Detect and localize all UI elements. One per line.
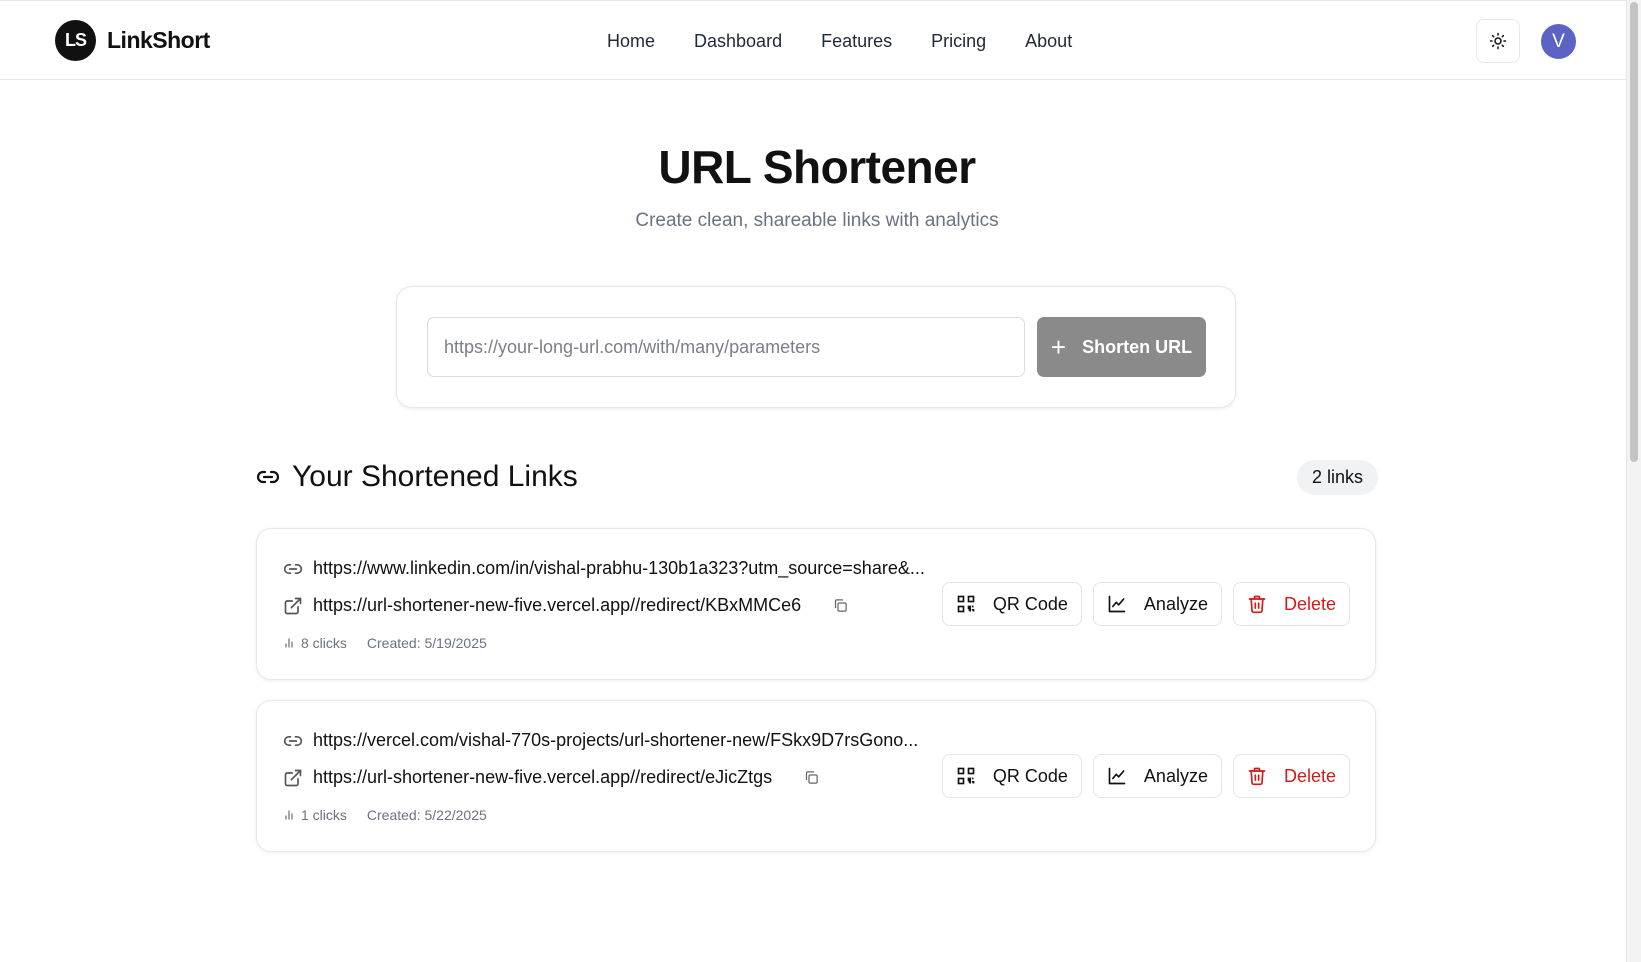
qr-code-label: QR Code: [992, 593, 1068, 614]
nav-pricing[interactable]: Pricing: [931, 31, 986, 52]
created-date: Created: 5/19/2025: [366, 635, 487, 651]
qr-code-button[interactable]: QR Code: [941, 582, 1082, 626]
delete-button[interactable]: Delete: [1232, 754, 1350, 798]
page-subtitle: Create clean, shareable links with analy…: [635, 210, 999, 231]
qr-code-button[interactable]: QR Code: [941, 754, 1082, 798]
brand-logo: LS: [55, 20, 96, 61]
theme-toggle-button[interactable]: [1476, 19, 1520, 63]
link-icon: [283, 735, 303, 746]
link-icon: [256, 470, 280, 484]
clicks-count: 1 clicks: [283, 807, 347, 823]
qr-code-label: QR Code: [992, 765, 1068, 786]
plus-icon: +: [1050, 331, 1067, 362]
external-link-icon: [284, 597, 302, 614]
analyze-label: Analyze: [1143, 765, 1208, 786]
qr-code-icon: [957, 767, 975, 785]
page-scrollbar[interactable]: [1626, 0, 1641, 962]
brand[interactable]: LS LinkShort: [55, 20, 210, 61]
section-title: Your Shortened Links: [292, 460, 578, 493]
sun-icon: [1489, 32, 1507, 50]
original-url-row: https://www.linkedin.com/in/vishal-prabh…: [283, 558, 925, 579]
analyze-button[interactable]: Analyze: [1092, 754, 1222, 798]
qr-code-icon: [957, 595, 975, 613]
link-icon: [283, 563, 303, 574]
main-nav: Home Dashboard Features Pricing About: [607, 31, 1072, 52]
delete-label: Delete: [1283, 593, 1336, 614]
trash-icon: [1248, 767, 1266, 786]
clicks-count: 8 clicks: [283, 635, 347, 651]
top-navbar: LS LinkShort Home Dashboard Features Pri…: [0, 0, 1626, 80]
shorten-url-label: Shorten URL: [1082, 336, 1193, 357]
links-section-header: Your Shortened Links: [256, 460, 578, 494]
link-meta: 8 clicks Created: 5/19/2025: [283, 635, 487, 651]
nav-dashboard[interactable]: Dashboard: [694, 31, 782, 52]
scrollbar-thumb[interactable]: [1630, 2, 1638, 462]
line-chart-icon: [1108, 767, 1126, 785]
analyze-button[interactable]: Analyze: [1092, 582, 1222, 626]
links-count-badge: 2 links: [1297, 460, 1379, 495]
analyze-label: Analyze: [1143, 593, 1208, 614]
copy-icon[interactable]: [833, 598, 848, 613]
user-avatar[interactable]: V: [1541, 24, 1576, 59]
delete-label: Delete: [1283, 765, 1336, 786]
page-title: URL Shortener: [658, 141, 976, 193]
bar-chart-icon: [285, 810, 293, 820]
nav-features[interactable]: Features: [821, 31, 892, 52]
short-url-row: https://url-shortener-new-five.vercel.ap…: [283, 595, 848, 616]
url-input[interactable]: [427, 317, 1025, 377]
shorten-url-button[interactable]: + Shorten URL: [1037, 317, 1206, 377]
delete-button[interactable]: Delete: [1232, 582, 1350, 626]
line-chart-icon: [1108, 595, 1126, 613]
link-meta: 1 clicks Created: 5/22/2025: [283, 807, 487, 823]
clicks-label: 8 clicks: [301, 635, 347, 651]
original-url: https://vercel.com/vishal-770s-projects/…: [313, 730, 919, 750]
clicks-label: 1 clicks: [301, 807, 347, 823]
link-card: https://www.linkedin.com/in/vishal-prabh…: [256, 528, 1376, 680]
original-url: https://www.linkedin.com/in/vishal-prabh…: [313, 558, 925, 578]
nav-home[interactable]: Home: [607, 31, 655, 52]
shorten-form-card: + Shorten URL: [396, 286, 1236, 408]
short-url-row: https://url-shortener-new-five.vercel.ap…: [283, 767, 819, 788]
link-actions: QR Code Analyze Delete: [941, 754, 1350, 798]
original-url-row: https://vercel.com/vishal-770s-projects/…: [283, 730, 918, 751]
brand-name: LinkShort: [107, 27, 210, 53]
copy-icon[interactable]: [804, 770, 819, 785]
trash-icon: [1248, 595, 1266, 614]
external-link-icon: [284, 769, 302, 786]
nav-about[interactable]: About: [1025, 31, 1072, 52]
link-actions: QR Code Analyze Delete: [941, 582, 1350, 626]
bar-chart-icon: [285, 638, 293, 648]
created-date: Created: 5/22/2025: [366, 807, 487, 823]
short-url-link[interactable]: https://url-shortener-new-five.vercel.ap…: [313, 595, 801, 616]
link-card: https://vercel.com/vishal-770s-projects/…: [256, 700, 1376, 852]
short-url-link[interactable]: https://url-shortener-new-five.vercel.ap…: [313, 767, 772, 788]
